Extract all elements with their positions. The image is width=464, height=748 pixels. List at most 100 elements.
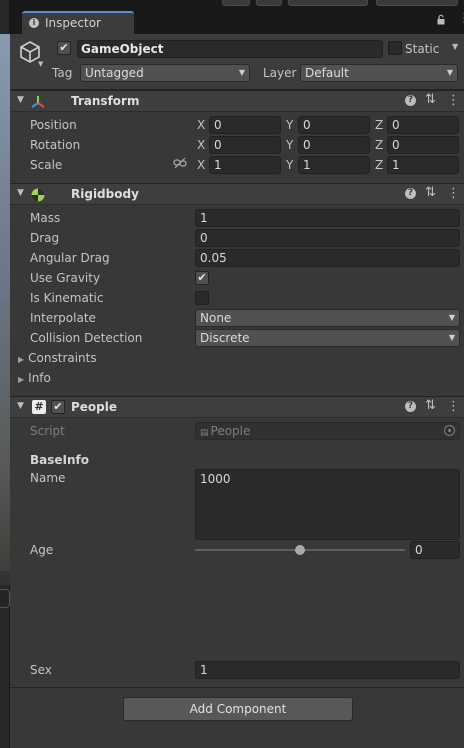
rotation-x-field[interactable]: 0 [209,136,281,154]
info-label: Info [28,371,51,385]
age-field[interactable]: 0 [410,541,460,559]
help-icon[interactable]: ? [405,401,416,412]
collision-detection-dropdown[interactable]: Discrete ▼ [195,329,460,347]
position-x-field[interactable]: 0 [209,116,281,134]
icon-picker-arrow-icon[interactable]: ▼ [38,60,43,68]
help-icon[interactable]: ? [405,95,416,106]
link-icon[interactable] [173,157,187,172]
sex-label: Sex [30,663,52,677]
chevron-down-icon: ▼ [446,68,453,77]
axis-y-label: Y [286,138,294,152]
object-picker-dot [448,429,451,432]
tab-inspector-label: Inspector [45,16,101,30]
tab-inspector[interactable]: i Inspector [22,11,134,34]
script-field: ▤ People [195,422,460,440]
chevron-down-icon: ▼ [448,333,455,342]
scale-y-field[interactable]: 1 [298,156,370,174]
mass-field[interactable]: 1 [195,209,460,227]
sex-field[interactable]: 1 [195,661,460,679]
is-kinematic-label: Is Kinematic [30,291,104,305]
script-field-value: People [210,424,251,438]
people-enabled-checkbox[interactable]: ✔ [51,400,65,414]
static-dropdown-arrow-icon[interactable]: ▼ [452,42,458,51]
interpolate-dropdown[interactable]: None ▼ [195,309,460,327]
static-checkbox[interactable] [388,41,402,55]
info-foldout[interactable]: ▶ Info [18,371,51,385]
preset-icon[interactable]: ⇅ [425,185,436,200]
tag-dropdown[interactable]: Untagged ▼ [80,64,250,82]
rotation-y-field[interactable]: 0 [298,136,370,154]
info-icon: i [29,18,39,28]
layer-dropdown-value: Default [305,66,349,80]
axis-x-label: X [197,138,206,152]
axis-y-label: Y [286,158,294,172]
layer-dropdown[interactable]: Default ▼ [300,64,458,82]
name-textarea[interactable]: 1000 [195,469,460,540]
add-component-button[interactable]: Add Component [123,697,353,721]
scene-view-strip [0,571,10,585]
scene-view-pill[interactable] [0,589,10,608]
people-component-header[interactable]: ▼ # ✔ People ? ⇅ ⋮ [10,396,464,418]
interpolate-label: Interpolate [30,311,96,325]
use-gravity-checkbox[interactable]: ✔ [195,271,209,285]
top-toolbar: i Inspector ⋮ [10,0,464,34]
script-hash-icon: # [32,400,46,414]
transform-axes-icon [30,94,46,110]
rigidbody-component-header[interactable]: ▼ Rigidbody ? ⇅ ⋮ [10,183,464,205]
foldout-expanded-icon[interactable]: ▼ [17,95,24,105]
constraints-foldout[interactable]: ▶ Constraints [18,351,97,365]
toolbar-layers-dropdown[interactable] [288,0,368,6]
preset-icon[interactable]: ⇅ [425,92,436,107]
baseinfo-heading: BaseInfo [30,453,89,467]
scene-view-preview [0,34,10,571]
rigidbody-icon [30,187,46,203]
tag-label: Tag [52,66,73,80]
foldout-expanded-icon[interactable]: ▼ [17,401,24,411]
position-y-field[interactable]: 0 [298,116,370,134]
kebab-menu-icon[interactable]: ⋮ [458,12,464,25]
kebab-menu-icon[interactable]: ⋮ [447,399,460,414]
active-checkbox[interactable]: ✔ [57,41,71,55]
axis-z-label: Z [375,118,384,132]
transform-title: Transform [71,94,140,108]
rotation-label: Rotation [30,138,81,152]
position-label: Position [30,118,77,132]
lock-icon[interactable] [436,14,446,28]
help-icon[interactable]: ? [405,188,416,199]
constraints-label: Constraints [28,351,97,365]
drag-field[interactable]: 0 [195,229,460,247]
rigidbody-title: Rigidbody [71,187,139,201]
tag-dropdown-value: Untagged [85,66,144,80]
is-kinematic-checkbox[interactable] [195,291,209,305]
scale-z-field[interactable]: 1 [387,156,459,174]
foldout-expanded-icon[interactable]: ▼ [17,188,24,198]
transform-component-header[interactable]: ▼ Transform ? ⇅ ⋮ [10,90,464,112]
rotation-z-field[interactable]: 0 [387,136,459,154]
kebab-menu-icon[interactable]: ⋮ [447,186,460,201]
collision-detection-value: Discrete [200,331,250,345]
angular-drag-field[interactable]: 0.05 [195,249,460,267]
age-slider-thumb[interactable] [295,545,305,555]
toolbar-layout-dropdown[interactable] [376,0,458,6]
chevron-down-icon: ▼ [238,68,245,77]
position-z-field[interactable]: 0 [387,116,459,134]
scale-x-field[interactable]: 1 [209,156,281,174]
gameobject-header: ▼ ✔ GameObject Static ▼ Tag Untagged ▼ L… [10,34,464,90]
gameobject-name-field[interactable]: GameObject [77,40,383,58]
use-gravity-label: Use Gravity [30,271,101,285]
script-label: Script [30,424,65,438]
toolbar-search-button[interactable] [256,0,282,6]
angular-drag-label: Angular Drag [30,251,110,265]
people-title: People [71,400,118,414]
axis-z-label: Z [375,158,384,172]
object-picker-icon[interactable] [444,425,455,436]
name-label: Name [30,471,66,485]
drag-label: Drag [30,231,60,245]
axis-y-label: Y [286,118,294,132]
toolbar-history-button[interactable] [222,0,250,6]
kebab-menu-icon[interactable]: ⋮ [447,93,460,108]
axis-x-label: X [197,158,206,172]
foldout-collapsed-icon: ▶ [18,375,25,384]
preset-icon[interactable]: ⇅ [425,398,436,413]
component-list-divider [10,687,464,688]
